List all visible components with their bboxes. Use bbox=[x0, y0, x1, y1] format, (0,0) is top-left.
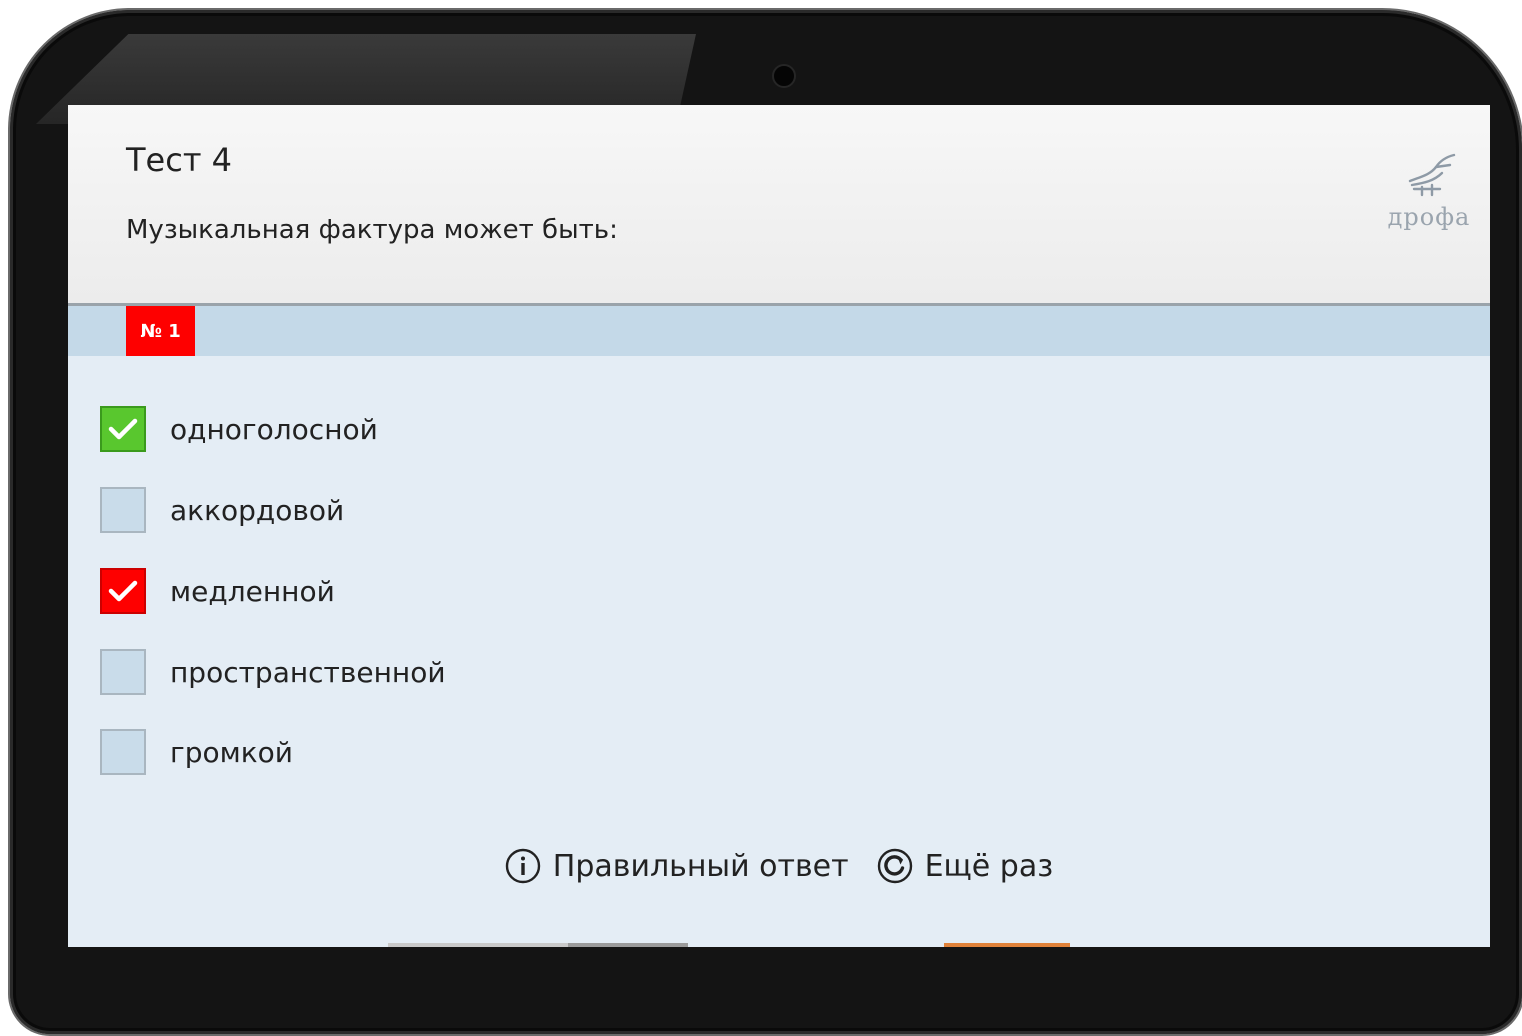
checkmark-icon bbox=[108, 418, 138, 440]
answer-label: пространственной bbox=[170, 655, 446, 689]
footer-actions: Правильный ответ Ещё раз bbox=[68, 840, 1490, 892]
logo-text: дрофа bbox=[1387, 203, 1471, 231]
question-text: Музыкальная фактура может быть: bbox=[126, 215, 618, 245]
answer-checkbox[interactable] bbox=[100, 406, 146, 452]
answer-option[interactable]: громкой bbox=[100, 727, 293, 777]
answer-option[interactable]: аккордовой bbox=[100, 485, 344, 535]
test-title: Тест 4 bbox=[126, 141, 232, 179]
drofa-logo: дрофа bbox=[1374, 149, 1484, 235]
test-header: Тест 4 Музыкальная фактура может быть: д… bbox=[68, 105, 1490, 306]
retry-button[interactable]: Ещё раз bbox=[877, 848, 1054, 884]
checkmark-icon bbox=[108, 580, 138, 602]
underlying-element bbox=[568, 943, 688, 947]
answer-list: одноголосной аккордовой медленной простр… bbox=[68, 356, 1490, 826]
answer-label: одноголосной bbox=[170, 412, 378, 446]
answer-label: громкой bbox=[170, 735, 293, 769]
answer-label: медленной bbox=[170, 574, 335, 608]
answer-option[interactable]: медленной bbox=[100, 566, 335, 616]
underlying-element bbox=[388, 943, 568, 947]
correct-answer-button[interactable]: Правильный ответ bbox=[505, 848, 849, 884]
answer-checkbox[interactable] bbox=[100, 487, 146, 533]
question-number-badge: № 1 bbox=[126, 306, 195, 356]
app-screen: Тест 4 Музыкальная фактура может быть: д… bbox=[68, 105, 1490, 947]
refresh-circle-icon bbox=[877, 848, 912, 884]
answer-option[interactable]: одноголосной bbox=[100, 404, 378, 454]
info-circle-icon bbox=[505, 848, 540, 884]
answer-checkbox[interactable] bbox=[100, 649, 146, 695]
question-number-bar: № 1 bbox=[68, 306, 1490, 356]
camera-icon bbox=[772, 64, 796, 88]
correct-answer-label: Правильный ответ bbox=[552, 848, 849, 884]
underlying-element bbox=[944, 943, 1070, 947]
answer-checkbox[interactable] bbox=[100, 729, 146, 775]
answer-label: аккордовой bbox=[170, 493, 345, 527]
answer-option[interactable]: пространственной bbox=[100, 647, 446, 697]
answer-checkbox[interactable] bbox=[100, 568, 146, 614]
bird-icon bbox=[1408, 153, 1456, 197]
retry-label: Ещё раз bbox=[924, 848, 1054, 884]
